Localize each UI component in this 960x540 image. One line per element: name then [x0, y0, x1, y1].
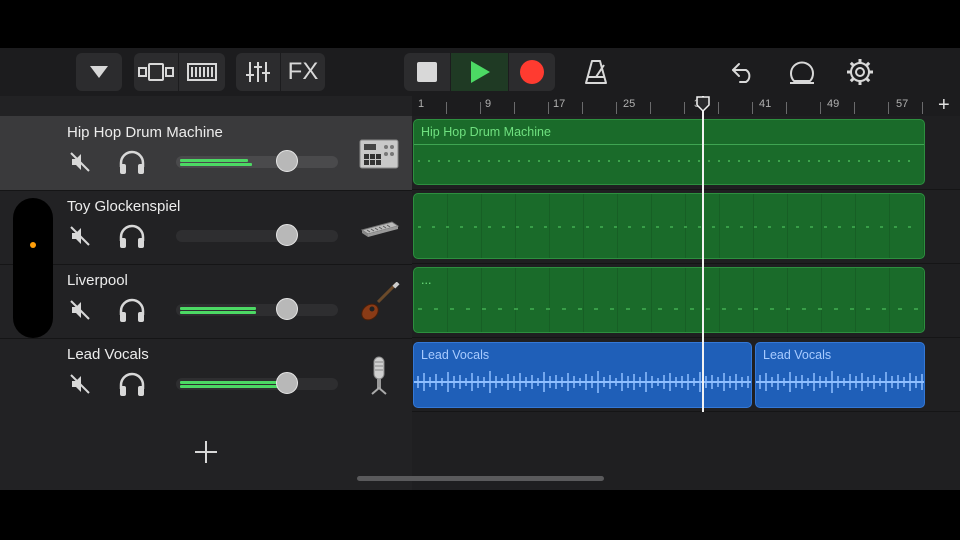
headphones-icon[interactable]: [118, 371, 146, 397]
timeline-ruler[interactable]: 1 9 17 25 33 41 49 57 +: [412, 94, 960, 117]
bass-guitar-icon: [361, 282, 400, 321]
track-header-liverpool[interactable]: Liverpool: [0, 264, 412, 339]
playhead[interactable]: [702, 96, 704, 412]
add-track-button[interactable]: [190, 436, 222, 468]
region-toy-glockenspiel[interactable]: [413, 193, 925, 259]
gear-icon: [847, 59, 873, 85]
stop-button[interactable]: [404, 53, 450, 91]
lane-divider: [412, 411, 960, 412]
region-hip-hop-drum-machine[interactable]: Hip Hop Drum Machine: [413, 119, 925, 185]
volume-slider[interactable]: [176, 304, 338, 316]
play-button[interactable]: [451, 53, 508, 91]
undo-button[interactable]: [722, 53, 764, 91]
midi-notes: [418, 226, 918, 228]
volume-knob[interactable]: [276, 372, 298, 394]
track-name: Liverpool: [67, 272, 128, 289]
region-liverpool[interactable]: ...: [413, 267, 925, 333]
indicator-dot: [30, 242, 36, 248]
side-handle[interactable]: [13, 198, 53, 338]
stop-icon: [417, 62, 437, 82]
microphone-icon: [371, 356, 387, 395]
lane-divider: [412, 337, 960, 338]
volume-knob[interactable]: [276, 224, 298, 246]
loop-browser-button[interactable]: [179, 53, 225, 91]
region-label: ...: [421, 273, 432, 287]
metronome-button[interactable]: [574, 53, 618, 91]
bar-number: 49: [827, 98, 840, 110]
metronome-icon: [585, 60, 607, 84]
volume-slider[interactable]: [176, 156, 338, 168]
lane-divider: [412, 263, 960, 264]
level-meter: [180, 311, 256, 314]
volume-knob[interactable]: [276, 150, 298, 172]
film-strip-icon: [187, 63, 217, 81]
triangle-down-icon: [90, 66, 108, 78]
lane-divider: [412, 189, 960, 190]
tracks-view-button[interactable]: [134, 53, 178, 91]
headphones-icon[interactable]: [118, 149, 146, 175]
headphones-icon[interactable]: [118, 297, 146, 323]
fx-label: FX: [287, 58, 319, 85]
level-meter: [180, 159, 248, 162]
region-lead-vocals[interactable]: Lead Vocals: [755, 342, 925, 408]
speaker-mute-icon[interactable]: [68, 298, 92, 322]
volume-slider[interactable]: [176, 230, 338, 242]
loops-button[interactable]: [781, 53, 823, 91]
record-button[interactable]: [509, 53, 555, 91]
level-meter: [180, 307, 256, 310]
track-header-lead-vocals[interactable]: Lead Vocals: [0, 338, 412, 413]
undo-icon: [732, 63, 751, 83]
waveform: [756, 371, 924, 393]
mixer-button[interactable]: [236, 53, 280, 91]
level-meter: [180, 163, 252, 166]
region-label: Lead Vocals: [421, 348, 490, 362]
scroll-indicator[interactable]: [357, 476, 604, 481]
track-name: Toy Glockenspiel: [67, 198, 181, 215]
playhead-handle[interactable]: [696, 96, 710, 112]
bar-number: 41: [759, 98, 772, 110]
volume-knob[interactable]: [276, 298, 298, 320]
track-header-toy-glockenspiel[interactable]: Toy Glockenspiel: [0, 190, 412, 265]
headphones-icon[interactable]: [118, 223, 146, 249]
speaker-mute-icon[interactable]: [68, 224, 92, 248]
sliders-icon: [246, 62, 270, 82]
play-icon: [470, 61, 490, 83]
track-name: Hip Hop Drum Machine: [67, 124, 223, 141]
speaker-mute-icon[interactable]: [68, 372, 92, 396]
midi-notes: [418, 308, 918, 310]
midi-notes: [418, 160, 918, 162]
timeline-lanes[interactable]: Hip Hop Drum Machine ... Lead Vocals Lea…: [412, 116, 960, 490]
bar-number: 17: [553, 98, 566, 110]
fx-button[interactable]: FX: [281, 53, 325, 91]
toolbar: FX: [0, 48, 960, 96]
drum-machine-icon: [359, 139, 399, 169]
settings-button[interactable]: [839, 53, 881, 91]
track-name: Lead Vocals: [67, 346, 149, 363]
speaker-mute-icon[interactable]: [68, 150, 92, 174]
region-divider: [414, 144, 924, 145]
browser-dropdown-button[interactable]: [76, 53, 122, 91]
record-icon: [520, 60, 544, 84]
bar-number: 9: [485, 98, 492, 110]
loop-icon: [790, 61, 814, 84]
volume-slider[interactable]: [176, 378, 338, 390]
region-label: Hip Hop Drum Machine: [421, 125, 551, 139]
level-meter: [180, 385, 292, 388]
keyboard-icon: [360, 221, 400, 237]
bar-number: 57: [896, 98, 909, 110]
bar-number: 1: [418, 98, 425, 110]
tracks-view-icon: [138, 63, 174, 81]
track-header-hip-hop-drum-machine[interactable]: Hip Hop Drum Machine: [0, 116, 412, 191]
add-section-button[interactable]: +: [938, 94, 950, 117]
bar-number: 25: [623, 98, 636, 110]
region-label: Lead Vocals: [763, 348, 832, 362]
